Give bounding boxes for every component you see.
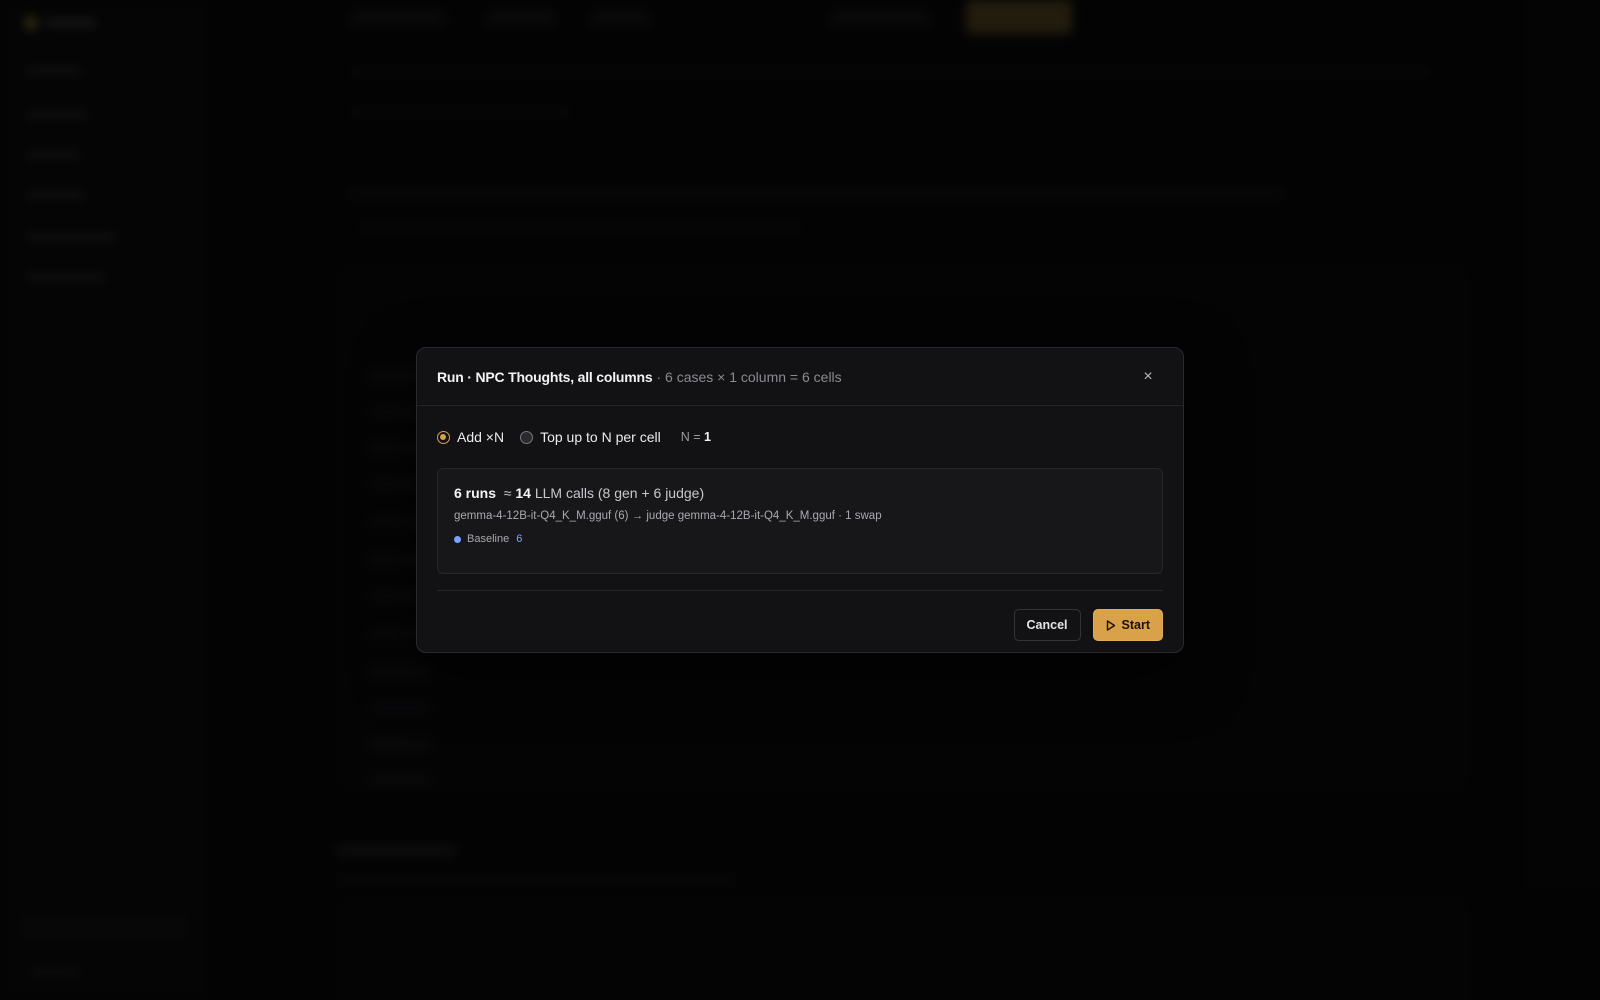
legend-count: 6 [516, 533, 523, 545]
run-summary: 6 runs ≈ 14 LLM calls (8 gen + 6 judge) … [437, 468, 1163, 574]
mode-topup-radio[interactable]: Top up to N per cell [520, 429, 661, 445]
n-field[interactable]: N = 1 [681, 430, 711, 444]
calls-count: 14 [515, 485, 531, 501]
start-label: Start [1121, 618, 1150, 632]
mode-add-radio[interactable]: Add ×N [437, 429, 504, 445]
runs-count: 6 runs [454, 485, 497, 501]
n-label: N = [680, 430, 701, 444]
run-dialog: Run · NPC Thoughts, all columns · 6 case… [416, 347, 1184, 653]
n-value[interactable]: 1 [704, 430, 711, 444]
approx-sign: ≈ [503, 485, 512, 501]
close-icon[interactable]: × [1139, 368, 1157, 386]
dialog-header: Run · NPC Thoughts, all columns · 6 case… [417, 348, 1183, 406]
start-button[interactable]: Start [1092, 609, 1163, 641]
dialog-body: Add ×N Top up to N per cell N = 1 6 runs… [417, 406, 1183, 659]
mode-selector: Add ×N Top up to N per cell N = 1 [437, 406, 1163, 468]
legend-name: Baseline [467, 533, 510, 545]
dialog-subtitle: · 6 cases × 1 column = 6 cells [656, 368, 842, 385]
cancel-button[interactable]: Cancel [1013, 609, 1081, 641]
radio-indicator[interactable] [520, 430, 534, 444]
model-line: gemma-4-12B-it-Q4_K_M.gguf (6) → judge g… [454, 510, 882, 522]
play-icon [1106, 619, 1115, 631]
dialog-title: Run · NPC Thoughts, all columns [437, 368, 653, 385]
legend-dot [454, 535, 461, 543]
dialog-footer: Cancel Start [437, 591, 1163, 659]
radio-indicator[interactable] [437, 430, 450, 444]
radio-label: Add ×N [457, 429, 505, 445]
calls-text: LLM calls (8 gen + 6 judge) [534, 485, 705, 501]
radio-label: Top up to N per cell [540, 429, 661, 445]
legend-item: Baseline 6 [454, 533, 1146, 545]
summary-headline: 6 runs ≈ 14 LLM calls (8 gen + 6 judge) [454, 485, 1146, 501]
